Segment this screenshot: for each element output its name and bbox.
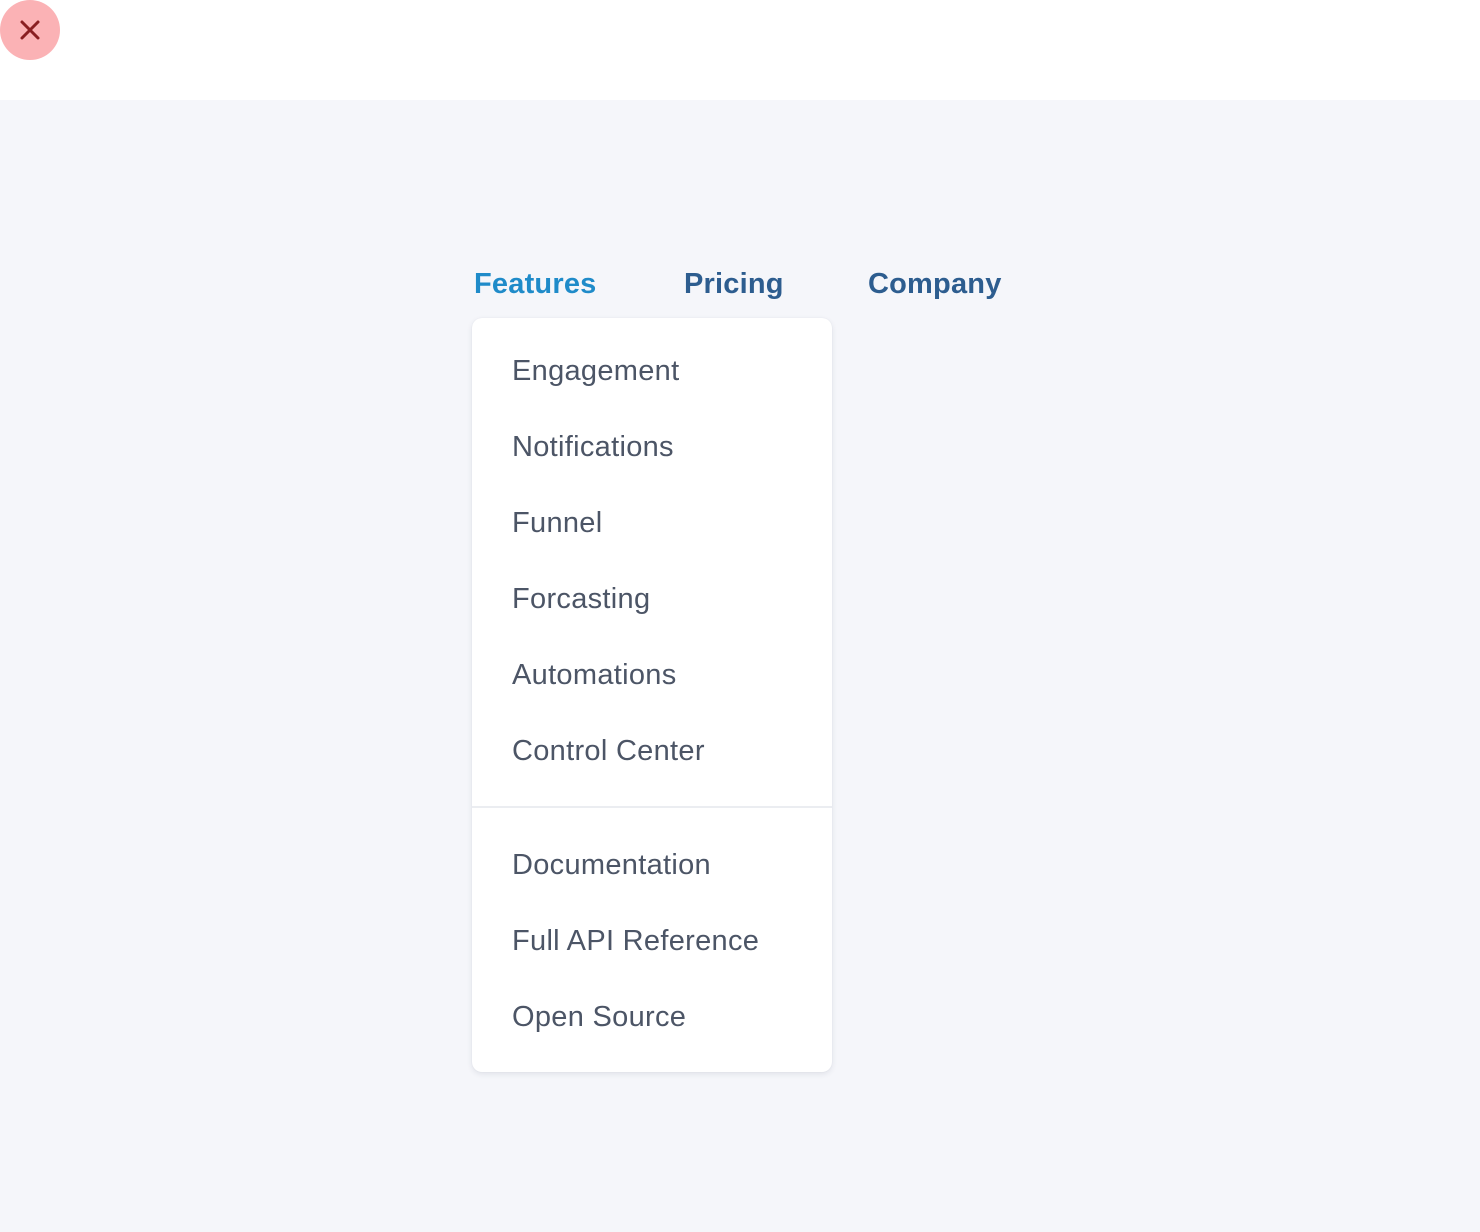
main-nav: Features Pricing Company: [0, 266, 1480, 306]
menu-item-automations[interactable]: Automations: [512, 657, 677, 693]
menu-item-full-api-reference[interactable]: Full API Reference: [512, 923, 759, 959]
menu-divider: [472, 806, 832, 808]
close-button[interactable]: [0, 0, 60, 60]
nav-item-features[interactable]: Features: [474, 266, 597, 302]
menu-item-control-center[interactable]: Control Center: [512, 733, 705, 769]
menu-item-engagement[interactable]: Engagement: [512, 353, 679, 389]
menu-item-forcasting[interactable]: Forcasting: [512, 581, 650, 617]
close-icon: [19, 19, 41, 41]
features-dropdown-menu: Engagement Notifications Funnel Forcasti…: [472, 318, 832, 1072]
nav-item-pricing[interactable]: Pricing: [684, 266, 784, 302]
nav-item-company[interactable]: Company: [868, 266, 1002, 302]
menu-item-notifications[interactable]: Notifications: [512, 429, 674, 465]
menu-item-open-source[interactable]: Open Source: [512, 999, 686, 1035]
menu-item-funnel[interactable]: Funnel: [512, 505, 602, 541]
menu-item-documentation[interactable]: Documentation: [512, 847, 711, 883]
top-bar: [0, 0, 1480, 100]
